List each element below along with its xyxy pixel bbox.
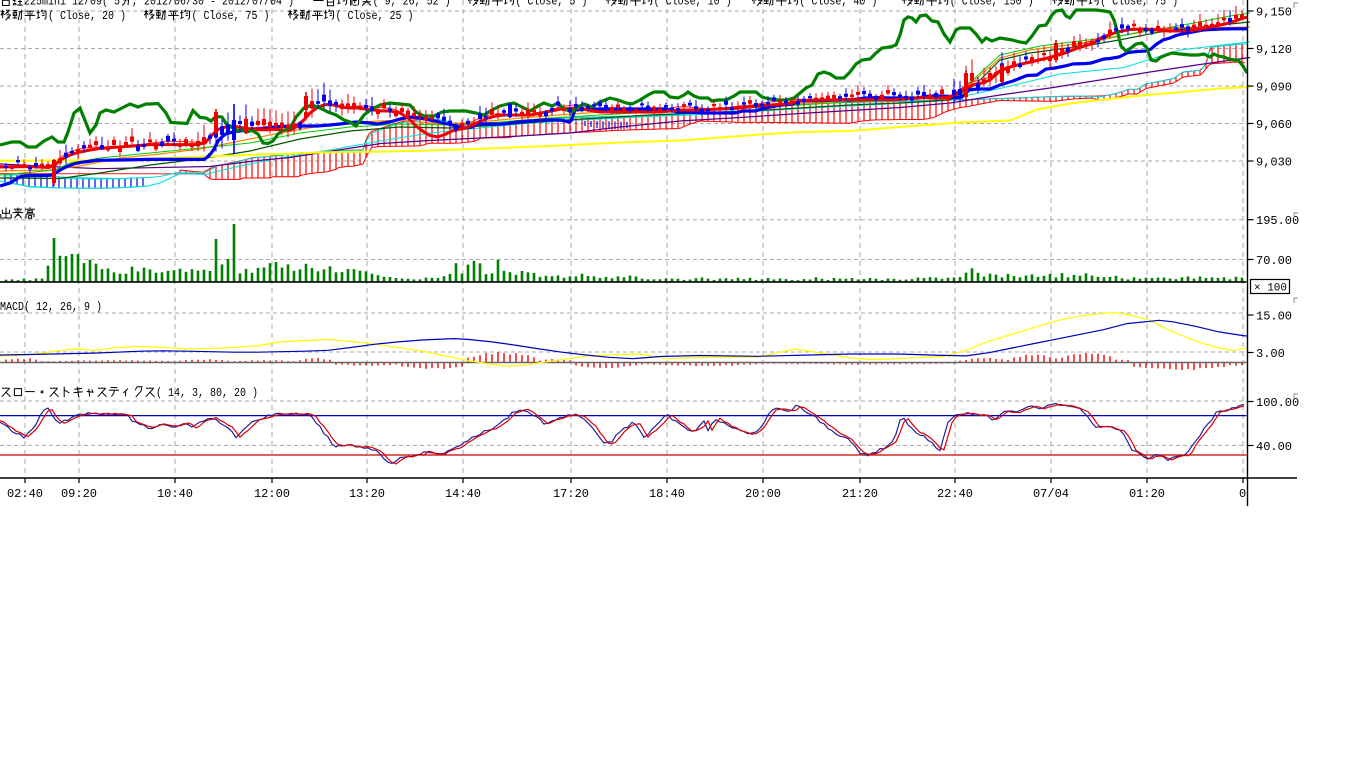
svg-text:( Close, 150 ): ( Close, 150 ) bbox=[950, 0, 1034, 9]
svg-text:70.00: 70.00 bbox=[1256, 254, 1292, 268]
svg-text:15.00: 15.00 bbox=[1256, 310, 1292, 324]
svg-text:14:40: 14:40 bbox=[445, 487, 481, 501]
svg-text:9,090: 9,090 bbox=[1256, 81, 1292, 95]
svg-text:( Close, 75 ): ( Close, 75 ) bbox=[192, 9, 270, 23]
svg-text:( 14, 3, 80, 20 ): ( 14, 3, 80, 20 ) bbox=[156, 386, 258, 400]
svg-text:0: 0 bbox=[1239, 487, 1246, 501]
svg-text:( 9, 26, 52 ): ( 9, 26, 52 ) bbox=[373, 0, 451, 9]
svg-text:22:40: 22:40 bbox=[937, 487, 973, 501]
svg-text:( Close, 25 ): ( Close, 25 ) bbox=[336, 9, 414, 23]
svg-text:20:00: 20:00 bbox=[745, 487, 781, 501]
svg-text:21:20: 21:20 bbox=[842, 487, 878, 501]
svg-text:225mini 12/09( 5: 225mini 12/09( 5 bbox=[24, 0, 120, 9]
svg-text:9,060: 9,060 bbox=[1256, 118, 1292, 132]
svg-text:( Close, 10 ): ( Close, 10 ) bbox=[654, 0, 732, 9]
svg-text:18:40: 18:40 bbox=[649, 487, 685, 501]
svg-text:02:40: 02:40 bbox=[7, 487, 43, 501]
svg-text:( Close, 20 ): ( Close, 20 ) bbox=[48, 9, 126, 23]
svg-text:17:20: 17:20 bbox=[553, 487, 589, 501]
svg-text:, 2012/06/30 - 2012/07/04 ): , 2012/06/30 - 2012/07/04 ) bbox=[132, 0, 294, 9]
svg-text:( Close, 5 ): ( Close, 5 ) bbox=[515, 0, 587, 9]
svg-text:01:20: 01:20 bbox=[1129, 487, 1165, 501]
svg-text:× 100: × 100 bbox=[1254, 283, 1287, 295]
svg-text:09:20: 09:20 bbox=[61, 487, 97, 501]
svg-text:( Close, 40 ): ( Close, 40 ) bbox=[799, 0, 877, 9]
svg-text:195.00: 195.00 bbox=[1256, 214, 1299, 228]
svg-text:9,030: 9,030 bbox=[1256, 156, 1292, 170]
svg-text:( Close, 75 ): ( Close, 75 ) bbox=[1100, 0, 1178, 9]
svg-text:9,120: 9,120 bbox=[1256, 43, 1292, 57]
svg-text:12:00: 12:00 bbox=[254, 487, 290, 501]
svg-text:MACD( 12, 26, 9 ): MACD( 12, 26, 9 ) bbox=[0, 300, 102, 314]
svg-text:13:20: 13:20 bbox=[349, 487, 385, 501]
svg-text:100.00: 100.00 bbox=[1256, 396, 1299, 410]
svg-text:3.00: 3.00 bbox=[1256, 347, 1285, 361]
svg-text:10:40: 10:40 bbox=[157, 487, 193, 501]
svg-text:9,150: 9,150 bbox=[1256, 6, 1292, 20]
svg-text:40.00: 40.00 bbox=[1256, 440, 1292, 454]
svg-text:07/04: 07/04 bbox=[1033, 487, 1069, 501]
